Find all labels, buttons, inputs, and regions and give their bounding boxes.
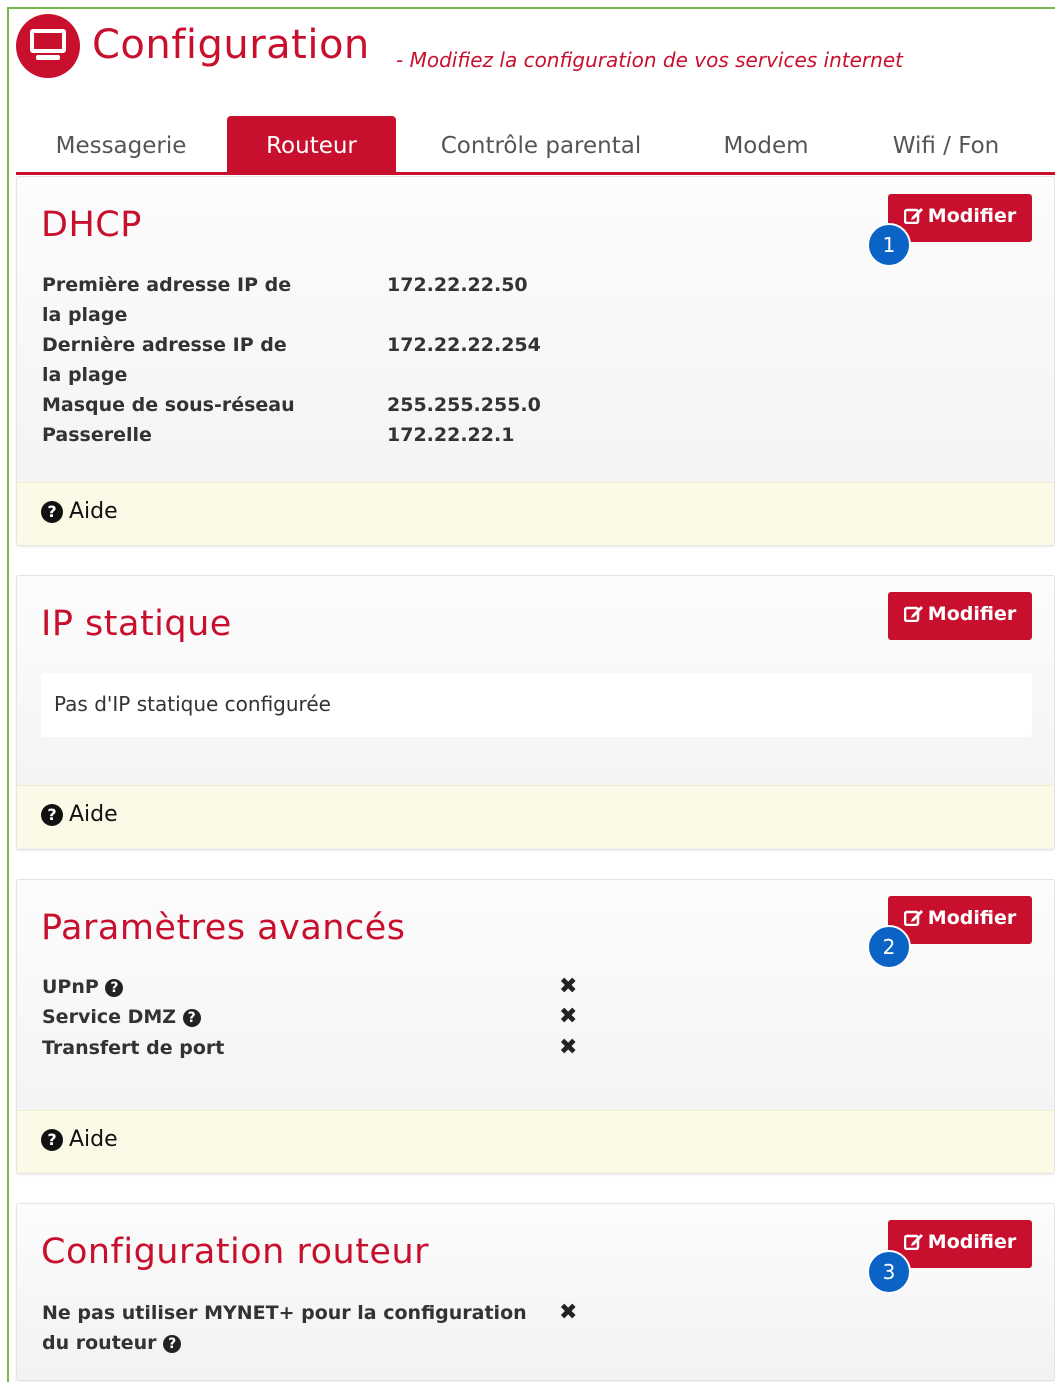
- dhcp-help-bar: ? Aide: [17, 482, 1054, 545]
- dhcp-card: DHCP Modifier 1 Première adresse IP de l…: [16, 176, 1055, 546]
- static-ip-card: IP statique Modifier Pas d'IP statique c…: [16, 575, 1055, 850]
- router-config-row-mynet: Ne pas utiliser MYNET+ pour la configura…: [42, 1298, 527, 1358]
- advanced-edit-label: Modifier: [927, 907, 1017, 929]
- router-config-title: Configuration routeur: [41, 1232, 430, 1272]
- dhcp-value-mask: 255.255.255.0: [387, 394, 541, 416]
- page-title: Configuration: [92, 22, 370, 68]
- tab-bar: Messagerie Routeur Contrôle parental Mod…: [16, 116, 1055, 175]
- advanced-edit-button[interactable]: Modifier: [888, 896, 1032, 944]
- tab-routeur[interactable]: Routeur: [227, 116, 396, 172]
- dhcp-title: DHCP: [41, 205, 142, 245]
- dhcp-edit-label: Modifier: [927, 205, 1017, 227]
- advanced-help-link[interactable]: ? Aide: [41, 1127, 118, 1152]
- advanced-row-dmz: Service DMZ ?: [42, 1002, 201, 1032]
- advanced-card: Paramètres avancés Modifier 2 UPnP ? ✖ S…: [16, 879, 1055, 1174]
- question-circle-icon[interactable]: ?: [163, 1335, 182, 1353]
- question-circle-icon[interactable]: ?: [105, 979, 124, 997]
- page-subtitle: - Modifiez la configuration de vos servi…: [396, 48, 903, 72]
- advanced-row-upnp: UPnP ?: [42, 972, 124, 1002]
- advanced-value-port-forward: ✖: [559, 1035, 578, 1060]
- dhcp-value-first-ip: 172.22.22.50: [387, 274, 528, 296]
- dhcp-help-label: Aide: [69, 499, 118, 524]
- static-ip-empty-box: Pas d'IP statique configurée: [41, 673, 1032, 737]
- router-config-edit-label: Modifier: [927, 1231, 1017, 1253]
- question-circle-icon: ?: [41, 501, 63, 523]
- advanced-label-upnp: UPnP: [42, 976, 99, 998]
- page-header: Configuration - Modifiez la configuratio…: [16, 14, 1046, 84]
- router-config-edit-button[interactable]: Modifier: [888, 1220, 1032, 1268]
- dhcp-value-last-ip: 172.22.22.254: [387, 334, 541, 356]
- question-circle-icon: ?: [41, 1129, 63, 1151]
- static-ip-title: IP statique: [41, 604, 232, 644]
- dhcp-label-first-ip: Première adresse IP de la plage: [42, 274, 292, 326]
- question-circle-icon: ?: [41, 804, 63, 826]
- dhcp-edit-button[interactable]: Modifier: [888, 194, 1032, 242]
- router-config-label-mynet: Ne pas utiliser MYNET+ pour la configura…: [42, 1302, 527, 1354]
- static-ip-edit-button[interactable]: Modifier: [888, 592, 1032, 640]
- edit-icon: [903, 594, 924, 638]
- dhcp-help-link[interactable]: ? Aide: [41, 499, 118, 524]
- static-ip-empty-text: Pas d'IP statique configurée: [54, 692, 331, 716]
- tab-modem[interactable]: Modem: [696, 116, 836, 172]
- static-ip-edit-label: Modifier: [927, 603, 1017, 625]
- static-ip-help-label: Aide: [69, 802, 118, 827]
- dhcp-value-gateway: 172.22.22.1: [387, 424, 515, 446]
- step-badge-2: 2: [867, 925, 911, 969]
- router-config-table: Ne pas utiliser MYNET+ pour la configura…: [42, 1298, 602, 1360]
- advanced-value-upnp: ✖: [559, 974, 578, 999]
- monitor-icon: [16, 14, 80, 78]
- step-badge-3: 3: [867, 1250, 911, 1294]
- dhcp-label-mask: Masque de sous-réseau: [42, 394, 295, 416]
- static-ip-help-bar: ? Aide: [17, 785, 1054, 848]
- advanced-label-dmz: Service DMZ: [42, 1006, 177, 1028]
- dhcp-table: Première adresse IP de la plage 172.22.2…: [42, 270, 602, 450]
- tab-messagerie[interactable]: Messagerie: [26, 116, 216, 172]
- router-config-card: Configuration routeur Modifier 3 Ne pas …: [16, 1203, 1055, 1381]
- question-circle-icon[interactable]: ?: [182, 1009, 201, 1027]
- advanced-label-port-forward: Transfert de port: [42, 1037, 225, 1059]
- tab-controle-parental[interactable]: Contrôle parental: [416, 116, 666, 172]
- router-config-value-mynet: ✖: [559, 1300, 578, 1325]
- static-ip-help-link[interactable]: ? Aide: [41, 802, 118, 827]
- advanced-title: Paramètres avancés: [41, 908, 406, 948]
- advanced-value-dmz: ✖: [559, 1004, 578, 1029]
- advanced-table: UPnP ? ✖ Service DMZ ? ✖ Transfert de po…: [42, 972, 602, 1067]
- dhcp-label-last-ip: Dernière adresse IP de la plage: [42, 334, 287, 386]
- dhcp-label-gateway: Passerelle: [42, 424, 152, 446]
- tab-wifi-fon[interactable]: Wifi / Fon: [871, 116, 1021, 172]
- advanced-help-label: Aide: [69, 1127, 118, 1152]
- advanced-help-bar: ? Aide: [17, 1110, 1054, 1173]
- step-badge-1: 1: [867, 223, 911, 267]
